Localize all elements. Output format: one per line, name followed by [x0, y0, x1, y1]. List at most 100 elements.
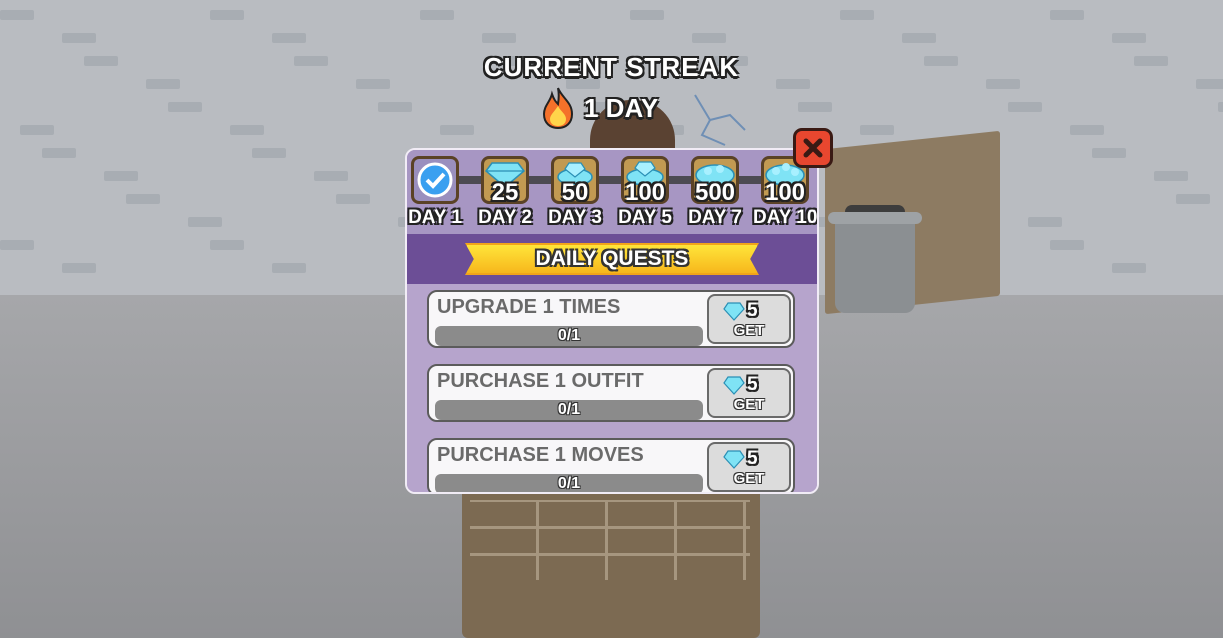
wall-brick [0, 10, 34, 20]
reward-tile: 100 [621, 156, 669, 206]
wall-brick [210, 240, 244, 250]
wall-brick [272, 33, 306, 43]
wall-brick [482, 33, 516, 43]
wall-brick [0, 240, 34, 250]
counter-grid [470, 500, 750, 580]
reward-day-7[interactable]: 500 DAY 7 [683, 156, 747, 229]
quest-reward: 5 [723, 448, 758, 470]
gem-icon [723, 450, 745, 469]
daily-quests-banner: DAILY QUESTS [465, 243, 759, 275]
wall-brick [1070, 125, 1104, 135]
daily-rewards-panel: DAY 1 25 DAY 2 50 DAY 3 100 DAY 5 500 DA… [405, 148, 819, 494]
get-label: GET [733, 396, 765, 413]
wall-crack [694, 94, 746, 146]
wall-brick [168, 102, 202, 112]
wall-brick [1008, 102, 1042, 112]
wall-brick [1028, 217, 1062, 227]
wall-brick [188, 217, 222, 227]
wall-brick [1050, 10, 1084, 20]
wall-brick [440, 125, 474, 135]
wall-brick [252, 148, 286, 158]
wall-brick [272, 263, 306, 273]
gem-icon [723, 302, 745, 321]
wall-brick [126, 194, 160, 204]
reward-amount: 100 [624, 179, 666, 206]
quest-item: PURCHASE 1 MOVES 0/1 5 GET [427, 438, 795, 492]
quest-progress-text: 0/1 [557, 327, 581, 344]
wall-brick [1112, 263, 1146, 273]
reward-day-label: DAY 3 [548, 207, 602, 228]
wall-brick [902, 33, 936, 43]
reward-day-label: DAY 1 [408, 207, 462, 228]
reward-amount: 100 [764, 179, 806, 206]
wall-brick [1176, 194, 1210, 204]
gem-icon [723, 376, 745, 395]
reward-day-5[interactable]: 100 DAY 5 [613, 156, 677, 229]
quest-title: PURCHASE 1 MOVES [437, 444, 644, 466]
close-button[interactable] [793, 128, 833, 168]
wall-brick [20, 125, 54, 135]
get-reward-button[interactable]: 5 GET [707, 294, 791, 344]
quest-reward: 5 [723, 300, 758, 322]
reward-tile: 50 [551, 156, 599, 206]
streak-title: CURRENT STREAK [483, 52, 740, 82]
wall-brick [420, 10, 454, 20]
quest-reward-amount: 5 [747, 374, 758, 395]
wall-brick [1154, 171, 1188, 181]
flame-icon [542, 87, 574, 130]
wall-brick [62, 263, 96, 273]
wall-brick [798, 102, 832, 112]
reward-tile: 500 [691, 156, 739, 206]
wall-brick [62, 33, 96, 43]
wall-brick [42, 148, 76, 158]
reward-day-label: DAY 7 [688, 207, 742, 228]
wall-brick [692, 33, 726, 43]
close-icon [803, 138, 823, 158]
quest-item: UPGRADE 1 TIMES 0/1 5 GET [427, 290, 795, 348]
reward-day-1[interactable]: DAY 1 [407, 156, 467, 229]
reward-day-label: DAY 2 [478, 207, 532, 228]
quest-progress-bar: 0/1 [435, 400, 703, 420]
streak-row: 1 DAY [540, 86, 658, 130]
streak-days: 1 DAY [584, 92, 659, 123]
reward-tile [411, 156, 459, 204]
get-label: GET [733, 470, 765, 487]
wall-brick [230, 125, 264, 135]
quests-header: DAILY QUESTS [407, 234, 817, 284]
wall-brick [104, 171, 138, 181]
trash-can [835, 218, 915, 313]
quest-progress-text: 0/1 [557, 475, 581, 492]
wall-brick [1218, 102, 1223, 112]
reward-amount: 25 [491, 179, 519, 206]
wall-brick [1092, 148, 1126, 158]
trash-can-lid [828, 212, 922, 224]
quest-progress-bar: 0/1 [435, 326, 703, 346]
streak-rewards-track: DAY 1 25 DAY 2 50 DAY 3 100 DAY 5 500 DA… [407, 150, 817, 234]
reward-day-2[interactable]: 25 DAY 2 [473, 156, 537, 229]
wall-brick [378, 102, 412, 112]
wall-brick [1112, 33, 1146, 43]
quest-item: PURCHASE 1 OUTFIT 0/1 5 GET [427, 364, 795, 422]
wall-brick [860, 125, 894, 135]
checkmark-icon [417, 162, 453, 198]
get-reward-button[interactable]: 5 GET [707, 442, 791, 492]
wall-brick [1050, 240, 1084, 250]
wall-brick [630, 10, 664, 20]
quest-reward-amount: 5 [747, 300, 758, 321]
quest-title: UPGRADE 1 TIMES [437, 296, 621, 318]
reward-tile: 25 [481, 156, 529, 206]
get-reward-button[interactable]: 5 GET [707, 368, 791, 418]
wall-brick [840, 10, 874, 20]
reward-day-label: DAY 10 [753, 207, 818, 228]
quest-progress-text: 0/1 [557, 401, 581, 418]
quest-progress-bar: 0/1 [435, 474, 703, 492]
wall-brick [210, 10, 244, 20]
reward-day-3[interactable]: 50 DAY 3 [543, 156, 607, 229]
reward-day-label: DAY 5 [618, 207, 672, 228]
quest-reward-amount: 5 [747, 448, 758, 469]
quest-reward: 5 [723, 374, 758, 396]
reward-amount: 50 [561, 179, 589, 206]
wall-brick [336, 194, 370, 204]
quest-list[interactable]: UPGRADE 1 TIMES 0/1 5 GET PURCHASE 1 OUT… [407, 284, 817, 492]
quest-title: PURCHASE 1 OUTFIT [437, 370, 644, 392]
